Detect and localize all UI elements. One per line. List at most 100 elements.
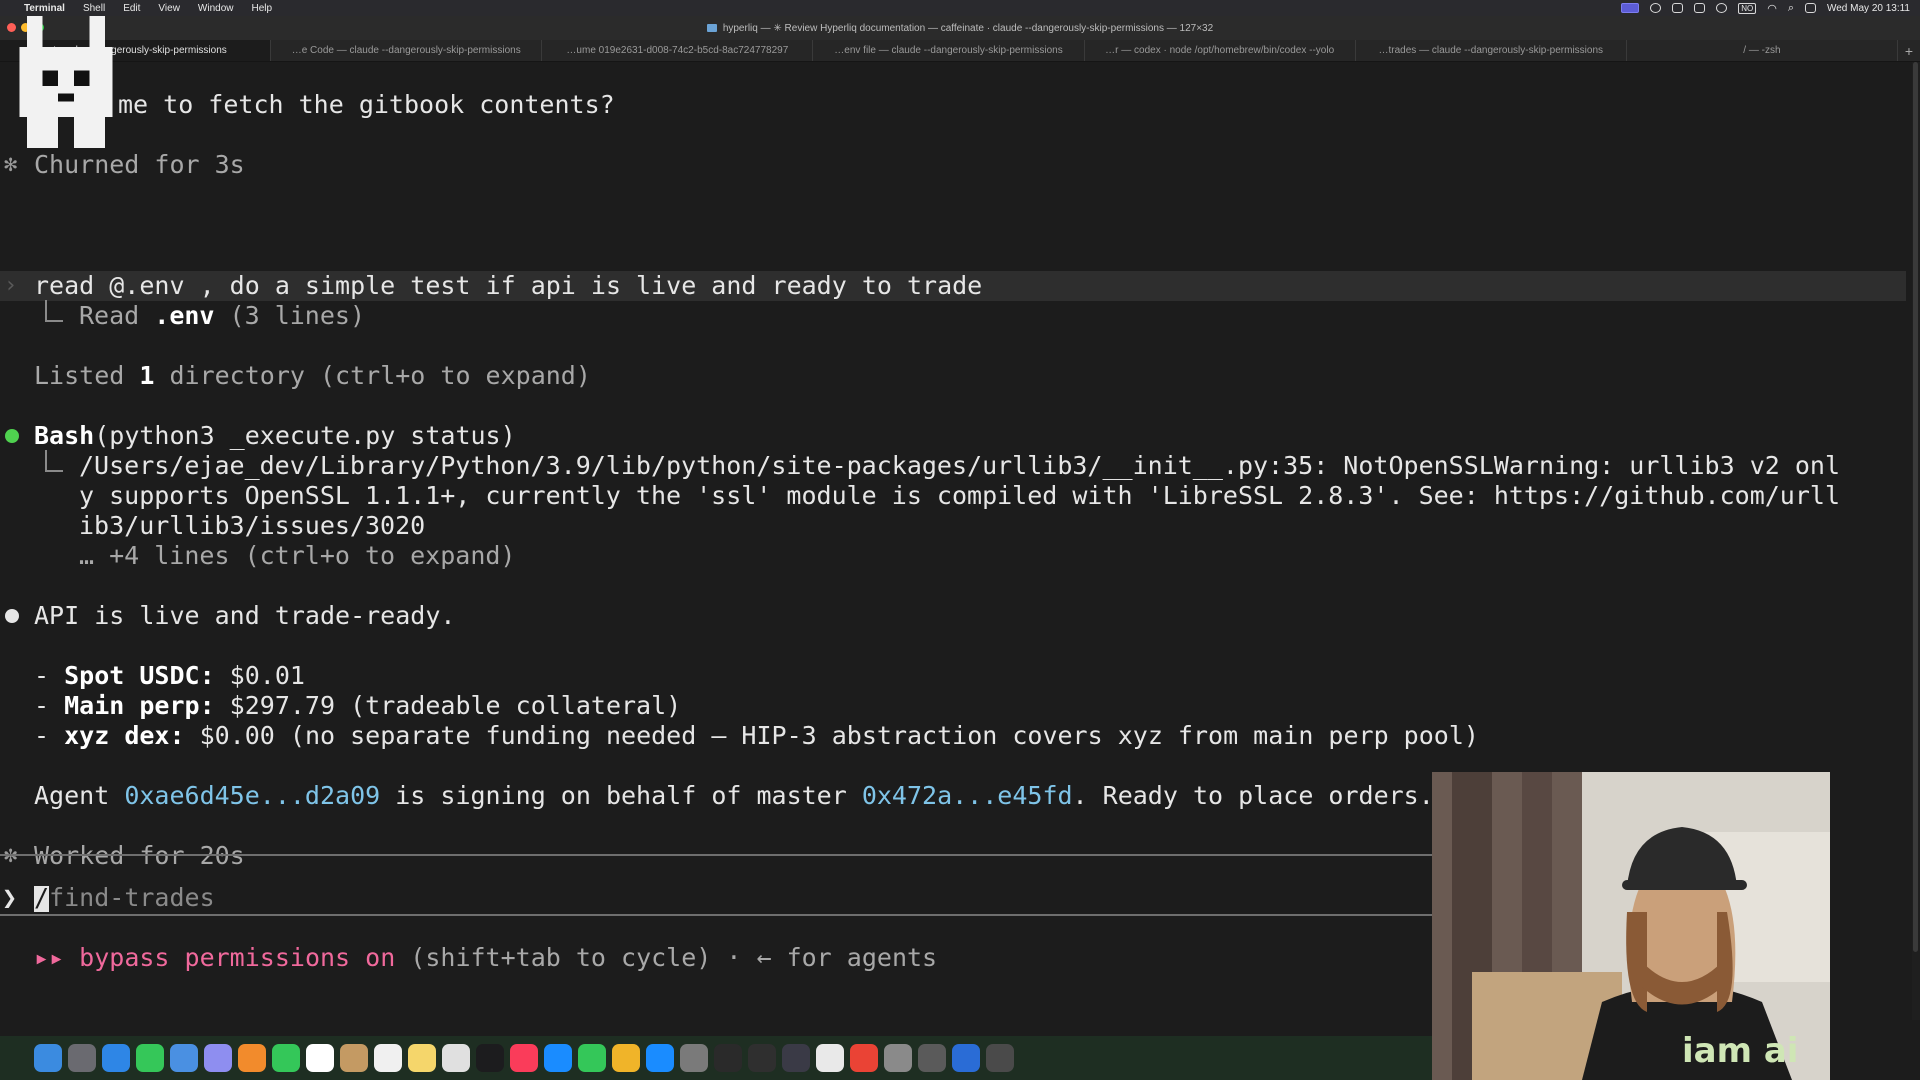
- dock-app-icon[interactable]: [918, 1044, 946, 1072]
- bash-call: Bash(python3 _execute.py status): [34, 421, 516, 451]
- dock-app-icon[interactable]: [986, 1044, 1014, 1072]
- shield-icon[interactable]: [1694, 3, 1706, 13]
- asterisk-icon: ✻: [4, 152, 18, 177]
- menubar-clock[interactable]: Wed May 20 13:11: [1827, 3, 1910, 14]
- dock-app-icon[interactable]: [680, 1044, 708, 1072]
- listed-prefix: Listed: [34, 361, 140, 390]
- read-lines: (3 lines): [214, 301, 365, 330]
- tree-branch-icon: [45, 450, 63, 472]
- creative-cloud-icon[interactable]: [1650, 3, 1662, 13]
- dock-app-icon[interactable]: [612, 1044, 640, 1072]
- control-center-icon[interactable]: [1804, 3, 1816, 13]
- tab-4[interactable]: …r — codex · node /opt/homebrew/bin/code…: [1085, 40, 1356, 61]
- tab-1[interactable]: …e Code — claude --dangerously-skip-perm…: [271, 40, 543, 61]
- dock-app-icon[interactable]: [272, 1044, 300, 1072]
- agent-summary: Agent 0xae6d45e...d2a09 is signing on be…: [34, 781, 1434, 811]
- menu-edit[interactable]: Edit: [123, 3, 140, 14]
- dock-app-icon[interactable]: [850, 1044, 878, 1072]
- bash-command: (python3 _execute.py status): [94, 421, 516, 450]
- tab-label: …env file — claude --dangerously-skip-pe…: [834, 45, 1063, 56]
- agent-mid: is signing on behalf of master: [380, 781, 862, 810]
- tab-2[interactable]: …ume 019e2631-d008-74c2-b5cd-8ac72477829…: [542, 40, 814, 61]
- dock-app-icon[interactable]: [748, 1044, 776, 1072]
- dock-app-icon[interactable]: [782, 1044, 810, 1072]
- prompt-top-divider: [0, 854, 1432, 856]
- dock-app-icon[interactable]: [476, 1044, 504, 1072]
- warning-line-1: /Users/ejae_dev/Library/Python/3.9/lib/p…: [79, 451, 1840, 480]
- keyboard-layout-icon[interactable]: NO: [1738, 2, 1757, 14]
- mode-hint: (shift+tab to cycle) · ← for agents: [395, 943, 938, 972]
- menu-view[interactable]: View: [158, 3, 180, 14]
- dock-app-icon[interactable]: [102, 1044, 130, 1072]
- dock-app-icon[interactable]: [816, 1044, 844, 1072]
- tree-branch-icon: [45, 300, 63, 322]
- tool-success-dot-icon: [5, 429, 19, 443]
- window-titlebar: hyperliq — ✳ Review Hyperliq documentati…: [0, 16, 1920, 40]
- pixel-mascot-icon: [19, 16, 113, 148]
- dock-app-icon[interactable]: [170, 1044, 198, 1072]
- dock-app-icon[interactable]: [714, 1044, 742, 1072]
- menu-window[interactable]: Window: [198, 3, 234, 14]
- listed-suffix: directory (ctrl+o to expand): [154, 361, 591, 390]
- dock-app-icon[interactable]: [68, 1044, 96, 1072]
- media-icon[interactable]: [1716, 3, 1728, 13]
- wifi-icon[interactable]: ◠: [1767, 2, 1777, 15]
- prompt-placeholder: find-trades: [49, 883, 215, 912]
- bash-tool-name: Bash: [34, 421, 95, 450]
- agent-prefix: Agent: [34, 781, 125, 810]
- balance-value: $297.79 (tradeable collateral): [214, 691, 682, 720]
- scrollbar-thumb[interactable]: [1913, 62, 1918, 952]
- agent-address: 0xae6d45e...d2a09: [124, 781, 381, 810]
- script-icon[interactable]: [1672, 3, 1684, 13]
- chevron-right-icon: ›: [4, 273, 18, 298]
- dock-app-icon[interactable]: [442, 1044, 470, 1072]
- tab-label: …trades — claude --dangerously-skip-perm…: [1378, 45, 1604, 56]
- dock-app-icon[interactable]: [340, 1044, 368, 1072]
- menu-app-terminal[interactable]: Terminal: [24, 3, 65, 14]
- menu-help[interactable]: Help: [252, 3, 273, 14]
- dock-app-icon[interactable]: [952, 1044, 980, 1072]
- menu-shell[interactable]: Shell: [83, 3, 105, 14]
- tab-5[interactable]: …trades — claude --dangerously-skip-perm…: [1356, 40, 1627, 61]
- prompt-bottom-divider: [0, 914, 1432, 916]
- tab-6[interactable]: / — -zsh: [1627, 40, 1898, 61]
- listed-count: 1: [139, 361, 155, 390]
- screen-record-icon[interactable]: [1621, 3, 1640, 13]
- dock-app-icon[interactable]: [204, 1044, 232, 1072]
- dock-app-icon[interactable]: [544, 1044, 572, 1072]
- listed-directory: Listed 1 directory (ctrl+o to expand): [34, 361, 591, 391]
- dock-app-icon[interactable]: [578, 1044, 606, 1072]
- dock-app-icon[interactable]: [34, 1044, 62, 1072]
- new-tab-button[interactable]: +: [1898, 40, 1920, 61]
- dock-app-icon[interactable]: [136, 1044, 164, 1072]
- balance-value: $0.01: [214, 661, 305, 690]
- plus-icon: +: [1904, 42, 1914, 59]
- permission-mode[interactable]: ▸▸ bypass permissions on (shift+tab to c…: [34, 943, 937, 973]
- dock-app-icon[interactable]: [408, 1044, 436, 1072]
- webcam-person-image: iam ai: [1432, 772, 1830, 1080]
- balance-label: xyz dex:: [64, 721, 185, 750]
- window-title: hyperliq — ✳ Review Hyperliq documentati…: [722, 22, 1214, 34]
- api-status: API is live and trade-ready.: [34, 601, 456, 630]
- prompt-input[interactable]: /find-trades: [34, 883, 215, 913]
- close-window-icon[interactable]: [7, 23, 16, 32]
- dock-app-icon[interactable]: [238, 1044, 266, 1072]
- dock-app-icon[interactable]: [884, 1044, 912, 1072]
- tab-3[interactable]: …env file — claude --dangerously-skip-pe…: [813, 40, 1085, 61]
- tab-label: / — -zsh: [1743, 45, 1781, 56]
- expand-more-lines[interactable]: … +4 lines (ctrl+o to expand): [79, 541, 516, 571]
- master-address: 0x472a...e45fd: [861, 781, 1073, 810]
- user-message: read @.env , do a simple test if api is …: [34, 271, 983, 300]
- dock: [0, 1036, 1432, 1080]
- prompt-slash: /: [34, 883, 50, 912]
- dock-app-icon[interactable]: [646, 1044, 674, 1072]
- dock-app-icon[interactable]: [374, 1044, 402, 1072]
- dock-app-icon[interactable]: [306, 1044, 334, 1072]
- balance-xyz: - xyz dex: $0.00 (no separate funding ne…: [34, 721, 1479, 750]
- balance-label: Spot USDC:: [64, 661, 215, 690]
- shirt-text: iam ai: [1682, 1031, 1798, 1071]
- message-dot-icon: [5, 609, 19, 623]
- dock-app-icon[interactable]: [510, 1044, 538, 1072]
- balance-perp: - Main perp: $297.79 (tradeable collater…: [34, 691, 682, 720]
- search-icon[interactable]: ⌕: [1788, 2, 1794, 15]
